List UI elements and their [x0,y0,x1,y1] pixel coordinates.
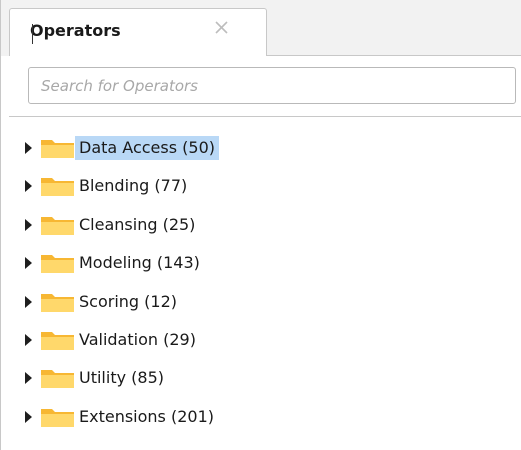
expand-arrow-icon[interactable] [25,295,32,308]
folder-icon [40,367,76,389]
tree-item-label: Utility (85) [79,368,164,388]
operators-panel: Operators Data Access (50) Blending (77) C… [0,0,521,450]
tree-item-label: Modeling (143) [79,253,200,273]
expand-arrow-icon[interactable] [25,180,32,193]
search-area [9,56,521,116]
tab-operators[interactable]: Operators [9,8,267,56]
close-icon[interactable] [211,17,233,39]
tree-item-label: Cleansing (25) [79,214,196,234]
tree-item-label: Extensions (201) [79,406,214,426]
expand-arrow-icon[interactable] [25,218,32,231]
folder-icon [40,175,76,197]
tree-item-label: Scoring (12) [79,291,177,311]
tree-item-label: Validation (29) [79,330,196,349]
folder-icon [40,252,76,274]
folder-icon [40,406,76,428]
expand-arrow-icon[interactable] [25,334,32,346]
folder-icon [40,214,76,236]
tree-item[interactable]: Utility (85) [9,358,521,396]
expand-arrow-icon[interactable] [25,142,32,154]
folder-icon [40,137,76,159]
expand-arrow-icon[interactable] [25,257,32,270]
tab-bar: Operators [1,0,521,56]
text-caret [32,24,33,44]
expand-arrow-icon[interactable] [25,372,32,385]
tree-item[interactable]: Data Access (50) [9,128,521,166]
folder-icon [40,291,76,313]
folder-icon [40,329,76,351]
tree-item[interactable]: Cleansing (25) [9,205,521,243]
tree-item[interactable]: Blending (77) [9,166,521,204]
expand-arrow-icon[interactable] [25,410,32,423]
tree-item-label: Data Access (50) [75,136,219,160]
tree-item[interactable]: Modeling (143) [9,243,521,281]
search-input[interactable] [28,67,516,104]
tree-item-label: Blending (77) [79,176,188,196]
tree-item[interactable]: Scoring (12) [9,282,521,320]
operator-tree: Data Access (50) Blending (77) Cleansing (… [9,117,521,450]
tab-title: Operators [30,21,121,40]
tree-item[interactable]: Extensions (201) [9,397,521,435]
tree-item[interactable]: Validation (29) [9,320,521,358]
